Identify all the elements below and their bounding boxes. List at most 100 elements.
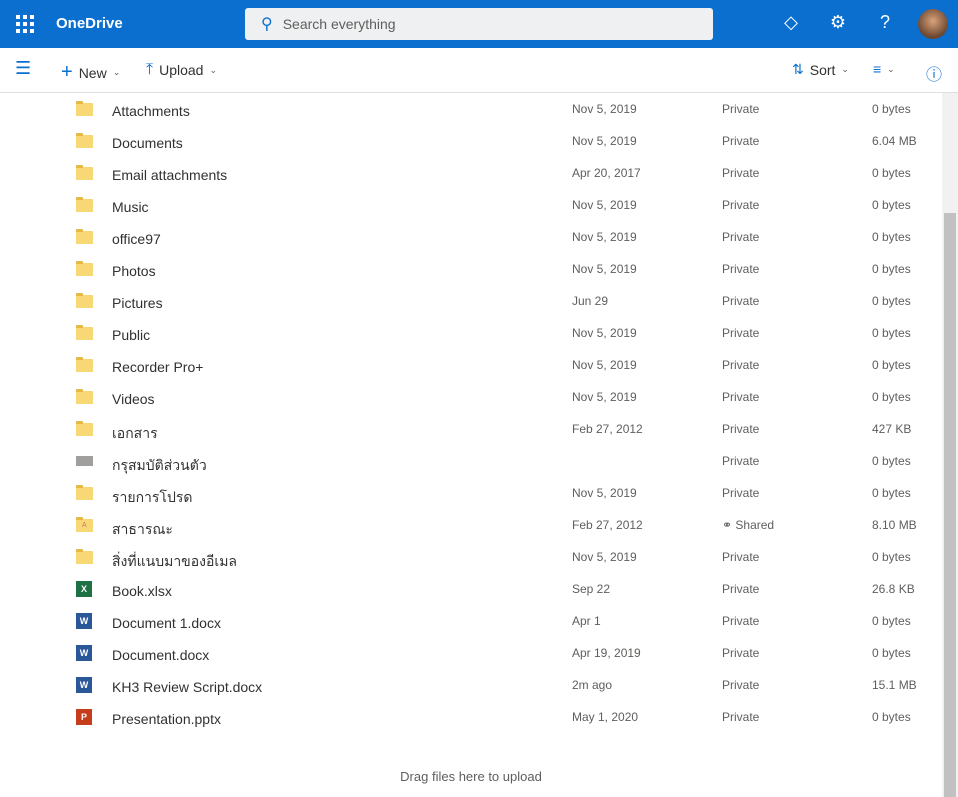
file-row[interactable]: Recorder Pro+ Nov 5, 2019 Private 0 byte…: [0, 349, 942, 381]
top-bar: OneDrive ⚲ Search everything ◇ ⚙ ?: [0, 0, 958, 48]
nav-menu-icon[interactable]: ☰: [15, 58, 31, 79]
info-icon[interactable]: ⓘ: [926, 61, 942, 85]
sharing-status: Private: [722, 678, 759, 692]
file-size: 0 bytes: [872, 198, 911, 212]
avatar[interactable]: [918, 9, 948, 39]
sharing-label: Private: [722, 262, 760, 276]
folder-icon: [76, 357, 93, 372]
file-row[interactable]: P Presentation.pptx May 1, 2020 Private 0…: [0, 701, 942, 733]
shared-people-icon: ⚭: [722, 518, 736, 532]
file-size: 0 bytes: [872, 646, 911, 660]
file-row[interactable]: Pictures Jun 29 Private 0 bytes: [0, 285, 942, 317]
file-size: 0 bytes: [872, 614, 911, 628]
sharing-label: Private: [722, 134, 760, 148]
settings-gear-icon[interactable]: ⚙: [826, 12, 850, 33]
app-launcher-icon[interactable]: [16, 15, 34, 33]
premium-diamond-icon[interactable]: ◇: [779, 12, 803, 33]
file-row[interactable]: เอกสาร Feb 27, 2012 Private 427 KB: [0, 413, 942, 445]
file-name[interactable]: กรุสมบัติส่วนตัว: [112, 455, 207, 477]
file-row[interactable]: Email attachments Apr 20, 2017 Private 0…: [0, 157, 942, 189]
scrollbar-thumb[interactable]: [944, 213, 956, 797]
modified-date: Nov 5, 2019: [572, 198, 637, 212]
sharing-label: Private: [722, 294, 760, 308]
modified-date: Feb 27, 2012: [572, 422, 643, 436]
file-row[interactable]: W Document.docx Apr 19, 2019 Private 0 by…: [0, 637, 942, 669]
chevron-down-icon: ⌄: [112, 67, 121, 77]
modified-date: 2m ago: [572, 678, 613, 692]
file-row[interactable]: สิ่งที่แนบมาของอีเมล Nov 5, 2019 Private…: [0, 541, 942, 573]
file-name[interactable]: สิ่งที่แนบมาของอีเมล: [112, 551, 237, 573]
chevron-down-icon: ⌄: [841, 64, 849, 74]
modified-date: Nov 5, 2019: [572, 102, 637, 116]
new-button[interactable]: + New ⌄: [61, 61, 120, 84]
file-size: 0 bytes: [872, 326, 911, 340]
sharing-status: Private: [722, 486, 759, 500]
folder-icon: [76, 261, 93, 276]
file-row[interactable]: Documents Nov 5, 2019 Private 6.04 MB: [0, 125, 942, 157]
sharing-label: Private: [722, 326, 760, 340]
sharing-status: Private: [722, 614, 759, 628]
file-row[interactable]: กรุสมบัติส่วนตัว Private 0 bytes: [0, 445, 942, 477]
file-name[interactable]: Email attachments: [112, 167, 227, 183]
search-icon: ⚲: [261, 16, 273, 33]
file-row[interactable]: W KH3 Review Script.docx 2m ago Private 1…: [0, 669, 942, 701]
file-name[interactable]: Public: [112, 327, 150, 343]
file-name[interactable]: Document.docx: [112, 647, 209, 663]
sharing-status: Private: [722, 198, 759, 212]
file-size: 0 bytes: [872, 166, 911, 180]
file-name[interactable]: รายการโปรด: [112, 487, 192, 509]
sharing-status: Private: [722, 294, 759, 308]
modified-date: Apr 1: [572, 614, 601, 628]
file-name[interactable]: Photos: [112, 263, 156, 279]
folder-icon: [76, 421, 93, 436]
sharing-label: Private: [722, 166, 760, 180]
file-name[interactable]: สาธารณะ: [112, 519, 173, 541]
sort-button[interactable]: ⇅ Sort ⌄: [792, 61, 849, 78]
sharing-label: Private: [722, 678, 760, 692]
file-row[interactable]: office97 Nov 5, 2019 Private 0 bytes: [0, 221, 942, 253]
sharing-label: Private: [722, 614, 760, 628]
app-name[interactable]: OneDrive: [56, 15, 123, 32]
file-name[interactable]: Presentation.pptx: [112, 711, 221, 727]
scrollbar[interactable]: [942, 93, 958, 797]
file-size: 0 bytes: [872, 102, 911, 116]
shared-folder-icon: A: [76, 517, 93, 532]
help-icon[interactable]: ?: [873, 12, 897, 33]
folder-icon: [76, 325, 93, 340]
file-size: 0 bytes: [872, 358, 911, 372]
file-name[interactable]: KH3 Review Script.docx: [112, 679, 262, 695]
file-name[interactable]: Documents: [112, 135, 183, 151]
file-row[interactable]: W Document 1.docx Apr 1 Private 0 bytes: [0, 605, 942, 637]
sharing-label: Private: [722, 358, 760, 372]
file-size: 0 bytes: [872, 454, 911, 468]
file-name[interactable]: office97: [112, 231, 161, 247]
search-input[interactable]: ⚲ Search everything: [245, 8, 713, 40]
file-name[interactable]: Attachments: [112, 103, 190, 119]
file-row[interactable]: Public Nov 5, 2019 Private 0 bytes: [0, 317, 942, 349]
sharing-label: Private: [722, 102, 760, 116]
view-options-button[interactable]: ≡ ⌄: [873, 61, 895, 77]
file-name[interactable]: Book.xlsx: [112, 583, 172, 599]
file-row[interactable]: Music Nov 5, 2019 Private 0 bytes: [0, 189, 942, 221]
upload-button[interactable]: ⤒ Upload ⌄: [146, 61, 217, 79]
file-size: 0 bytes: [872, 390, 911, 404]
file-row[interactable]: Attachments Nov 5, 2019 Private 0 bytes: [0, 93, 942, 125]
file-name[interactable]: เอกสาร: [112, 423, 158, 445]
file-name[interactable]: Music: [112, 199, 149, 215]
file-row[interactable]: รายการโปรด Nov 5, 2019 Private 0 bytes: [0, 477, 942, 509]
file-name[interactable]: Recorder Pro+: [112, 359, 203, 375]
search-placeholder: Search everything: [282, 16, 396, 32]
file-name[interactable]: Videos: [112, 391, 155, 407]
sharing-status: Private: [722, 102, 759, 116]
sharing-status: Private: [722, 230, 759, 244]
file-size: 0 bytes: [872, 230, 911, 244]
file-row[interactable]: Photos Nov 5, 2019 Private 0 bytes: [0, 253, 942, 285]
file-row[interactable]: Videos Nov 5, 2019 Private 0 bytes: [0, 381, 942, 413]
file-name[interactable]: Pictures: [112, 295, 163, 311]
modified-date: Nov 5, 2019: [572, 230, 637, 244]
file-row[interactable]: X Book.xlsx Sep 22 Private 26.8 KB: [0, 573, 942, 605]
file-size: 0 bytes: [872, 294, 911, 308]
file-name[interactable]: Document 1.docx: [112, 615, 221, 631]
file-row[interactable]: A สาธารณะ Feb 27, 2012 ⚭ Shared 8.10 MB: [0, 509, 942, 541]
folder-icon: [76, 485, 93, 500]
